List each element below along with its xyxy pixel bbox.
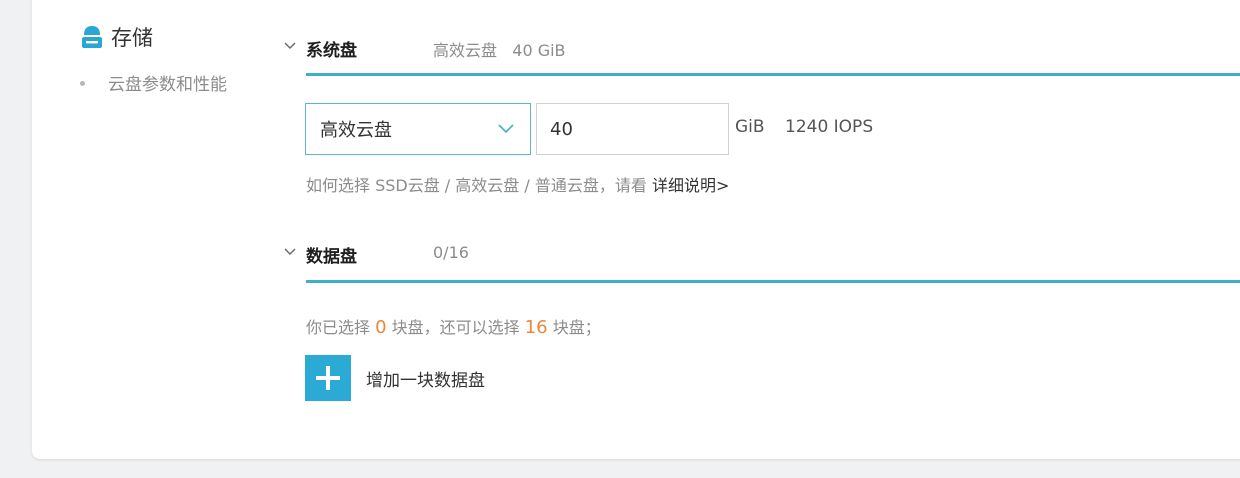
disk-type-hint: 如何选择 SSD云盘 / 高效云盘 / 普通云盘，请看 详细说明> [306, 172, 729, 196]
hint-text: 如何选择 SSD云盘 / 高效云盘 / 普通云盘，请看 [306, 176, 652, 195]
add-data-disk-label[interactable]: 增加一块数据盘 [366, 366, 485, 391]
remaining-count: 16 [524, 317, 548, 338]
status-suffix: 块盘； [547, 318, 601, 337]
section-title-text: 存储 [111, 26, 153, 50]
selected-count: 0 [375, 317, 387, 338]
disk-type-select-value: 高效云盘 [320, 120, 392, 141]
storage-card [32, 0, 1240, 459]
sidebar-item-disk-params[interactable]: 云盘参数和性能 [80, 70, 227, 95]
data-disk-label[interactable]: 数据盘 [306, 242, 357, 267]
disk-size-input[interactable] [536, 103, 729, 155]
data-disk-summary: 0/16 [433, 243, 469, 262]
details-link[interactable]: 详细说明> [652, 176, 729, 195]
system-disk-label[interactable]: 系统盘 [306, 36, 357, 61]
data-disk-status: 你已选择 0 块盘，还可以选择 16 块盘； [306, 314, 601, 338]
plus-icon [316, 366, 340, 390]
section-title: 存储 [80, 21, 153, 53]
chevron-down-icon[interactable] [284, 248, 296, 256]
add-data-disk-button[interactable] [305, 355, 351, 401]
status-prefix: 你已选择 [306, 318, 376, 337]
chevron-down-icon[interactable] [284, 42, 296, 50]
data-disk-divider [306, 280, 1240, 283]
chevron-down-icon [498, 124, 514, 134]
disk-size-unit: GiB [735, 117, 765, 137]
system-disk-divider [306, 73, 1240, 76]
database-icon [82, 26, 102, 48]
disk-type-select[interactable]: 高效云盘 [305, 103, 531, 155]
bullet-dot-icon [80, 81, 85, 86]
status-middle: 块盘，还可以选择 [386, 318, 525, 337]
disk-iops-value: 1240 IOPS [785, 117, 874, 137]
system-disk-summary: 高效云盘 40 GiB [433, 41, 566, 60]
sidebar-item-label: 云盘参数和性能 [108, 75, 227, 95]
